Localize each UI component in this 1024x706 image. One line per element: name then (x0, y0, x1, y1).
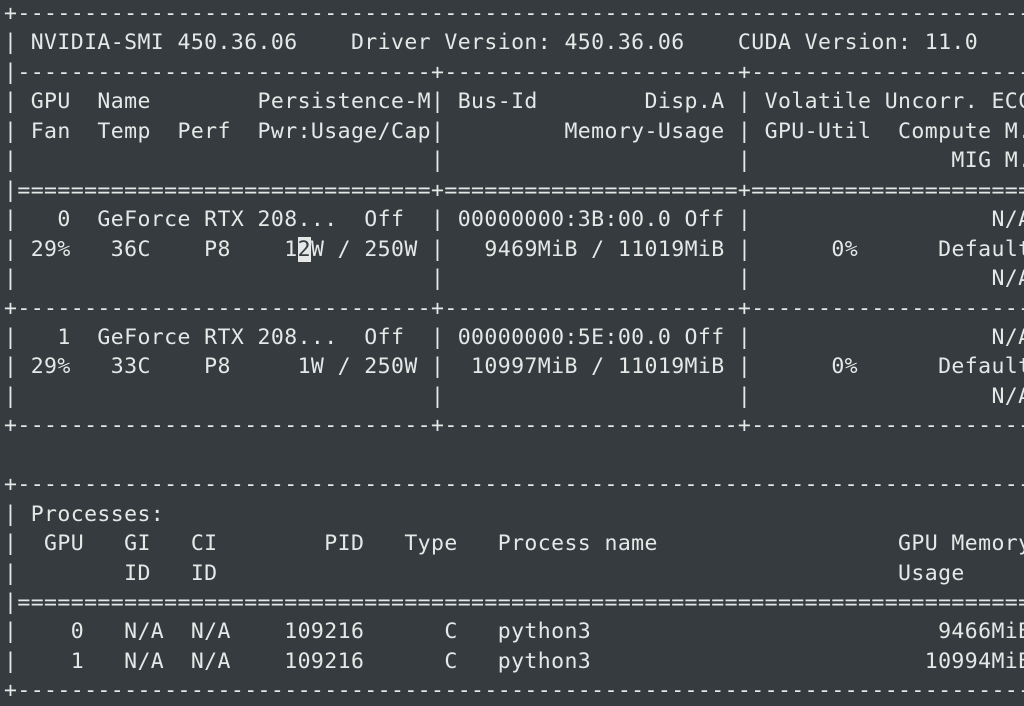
line-text-after-cursor: W / 250W | 9469MiB / 11019MiB | 0% Defau… (310, 236, 1024, 262)
line-text: | 0 N/A N/A 109216 C python3 9466MiB | (4, 619, 1024, 645)
terminal-line: | | | N/A | (4, 264, 1024, 294)
terminal-line: | ID ID Usage | (4, 559, 1024, 589)
terminal-line: | | | MIG M. | (4, 146, 1024, 176)
terminal-line: +---------------------------------------… (4, 0, 1024, 29)
line-text: | Processes: | (4, 501, 1024, 527)
terminal-line: | Processes: | (4, 500, 1024, 530)
terminal-line: | | | N/A | (4, 382, 1024, 412)
line-text: +-------------------------------+-------… (4, 413, 1024, 439)
terminal-line: | GPU GI CI PID Type Process name GPU Me… (4, 529, 1024, 559)
line-text: | 29% 36C P8 1 (4, 236, 298, 262)
line-text: | GPU Name Persistence-M| Bus-Id Disp.A … (4, 89, 1024, 115)
terminal-line: | 1 N/A N/A 109216 C python3 10994MiB | (4, 647, 1024, 677)
terminal-window[interactable]: +---------------------------------------… (0, 0, 1024, 704)
line-text: | 0 GeForce RTX 208... Off | 00000000:3B… (4, 207, 1024, 233)
terminal-line: +-------------------------------+-------… (4, 411, 1024, 441)
line-text: | GPU GI CI PID Type Process name GPU Me… (4, 531, 1024, 557)
line-text: +---------------------------------------… (4, 678, 1024, 704)
terminal-line: | 1 GeForce RTX 208... Off | 00000000:5E… (4, 323, 1024, 353)
line-text: | 29% 33C P8 1W / 250W | 10997MiB / 1101… (4, 354, 1024, 380)
terminal-line: | 29% 36C P8 12W / 250W | 9469MiB / 1101… (4, 235, 1024, 265)
line-text: | ID ID Usage | (4, 560, 1024, 586)
line-text: | | | MIG M. | (4, 148, 1024, 174)
terminal-line: | 29% 33C P8 1W / 250W | 10997MiB / 1101… (4, 352, 1024, 382)
terminal-line: +-------------------------------+-------… (4, 294, 1024, 324)
terminal-line: | NVIDIA-SMI 450.36.06 Driver Version: 4… (4, 28, 1024, 58)
text-cursor: 2 (297, 236, 311, 262)
terminal-line: |-------------------------------+-------… (4, 58, 1024, 88)
terminal-line: | Fan Temp Perf Pwr:Usage/Cap| Memory-Us… (4, 117, 1024, 147)
line-text: +---------------------------------------… (4, 1, 1024, 26)
terminal-line: |===============================+=======… (4, 176, 1024, 206)
terminal-line: | GPU Name Persistence-M| Bus-Id Disp.A … (4, 87, 1024, 117)
line-text: |-------------------------------+-------… (4, 59, 1024, 85)
terminal-line: | 0 GeForce RTX 208... Off | 00000000:3B… (4, 205, 1024, 235)
line-text: | 1 GeForce RTX 208... Off | 00000000:5E… (4, 324, 1024, 350)
line-text: | 1 N/A N/A 109216 C python3 10994MiB | (4, 648, 1024, 674)
line-text: | Fan Temp Perf Pwr:Usage/Cap| Memory-Us… (4, 118, 1024, 144)
terminal-line: | 0 N/A N/A 109216 C python3 9466MiB | (4, 617, 1024, 647)
line-text: +-------------------------------+-------… (4, 295, 1024, 321)
line-text: | | | N/A | (4, 383, 1024, 409)
line-text: | | | N/A | (4, 266, 1024, 292)
line-text: |=======================================… (4, 590, 1024, 615)
line-text: +---------------------------------------… (4, 472, 1024, 498)
line-text: | NVIDIA-SMI 450.36.06 Driver Version: 4… (4, 30, 1024, 56)
terminal-line: +---------------------------------------… (4, 470, 1024, 500)
terminal-line: |=======================================… (4, 588, 1024, 618)
line-text: |===============================+=======… (4, 177, 1024, 203)
